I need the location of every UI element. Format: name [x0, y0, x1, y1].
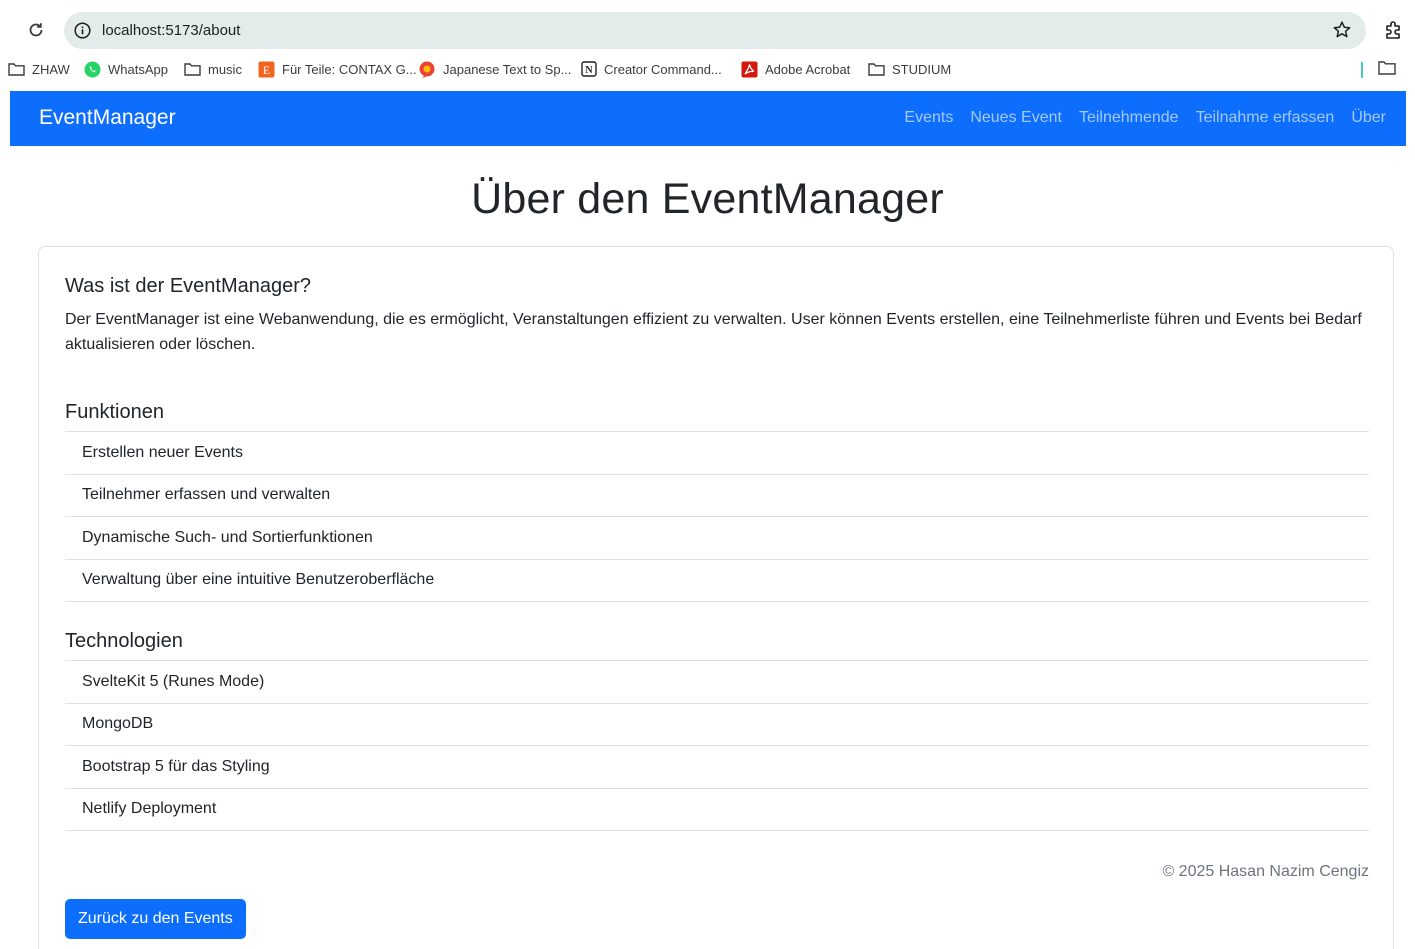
- bookmark-creator-command[interactable]: N Creator Command...: [580, 56, 722, 82]
- about-card: Was ist der EventManager? Der EventManag…: [38, 246, 1394, 949]
- browser-chrome: localhost:5173/about ZHAW WhatsApp music…: [0, 0, 1415, 91]
- nav-link-participants[interactable]: Teilnehmende: [1079, 107, 1179, 129]
- technologies-list: SvelteKit 5 (Runes Mode) MongoDB Bootstr…: [65, 660, 1369, 831]
- intro-paragraph: Der EventManager ist eine Webanwendung, …: [65, 311, 1362, 353]
- extensions-puzzle-icon[interactable]: [1383, 19, 1405, 41]
- navbar-links: Events Neues Event Teilnehmende Teilnahm…: [887, 107, 1386, 129]
- copyright-note: © 2025 Hasan Nazim Cengiz: [1162, 863, 1369, 880]
- whatsapp-icon: [84, 61, 101, 78]
- page-title: Über den EventManager: [471, 175, 944, 223]
- technologies-heading: Technologien: [65, 630, 183, 652]
- speech-bubble-icon: [419, 61, 436, 78]
- list-item: Erstellen neuer Events: [65, 432, 1369, 475]
- etsy-icon: E: [258, 61, 275, 78]
- bookmark-label: STUDIUM: [892, 61, 952, 77]
- navbar-brand[interactable]: EventManager: [39, 105, 176, 131]
- url-text[interactable]: localhost:5173/about: [102, 21, 240, 40]
- list-item: Bootstrap 5 für das Styling: [65, 746, 1369, 789]
- list-item: Dynamische Such- und Sortierfunktionen: [65, 517, 1369, 560]
- bookmark-star-icon[interactable]: [1332, 20, 1352, 40]
- bookmark-studium[interactable]: STUDIUM: [868, 56, 951, 82]
- bookmark-label: Für Teile: CONTAX G...: [282, 61, 417, 77]
- bookmarks-bar: ZHAW WhatsApp music E Für Teile: CONTAX …: [0, 56, 1415, 82]
- list-item: Verwaltung über eine intuitive Benutzero…: [65, 560, 1369, 602]
- bookmark-japanese-tts[interactable]: Japanese Text to Sp...: [419, 56, 571, 82]
- features-list: Erstellen neuer Events Teilnehmer erfass…: [65, 431, 1369, 602]
- what-is-heading: Was ist der EventManager?: [65, 275, 312, 297]
- bookmark-label: Japanese Text to Sp...: [443, 61, 572, 77]
- notion-icon: N: [580, 61, 597, 78]
- features-heading: Funktionen: [65, 401, 164, 423]
- svg-text:N: N: [585, 65, 593, 76]
- nav-link-record-participation[interactable]: Teilnahme erfassen: [1196, 107, 1335, 129]
- acrobat-icon: [741, 61, 758, 78]
- nav-link-new-event[interactable]: Neues Event: [970, 107, 1062, 129]
- list-item: SvelteKit 5 (Runes Mode): [65, 661, 1369, 704]
- nav-link-about[interactable]: Über: [1351, 107, 1386, 129]
- bookmark-adobe-acrobat[interactable]: Adobe Acrobat: [741, 56, 850, 82]
- other-bookmarks-folder-icon[interactable]: [1378, 60, 1396, 78]
- bookmark-contax[interactable]: E Für Teile: CONTAX G...: [258, 56, 417, 82]
- bookmark-label: music: [208, 61, 242, 77]
- bookmark-label: Creator Command...: [604, 61, 722, 77]
- bookmark-label: Adobe Acrobat: [765, 61, 851, 77]
- svg-text:E: E: [263, 63, 270, 77]
- folder-icon: [8, 61, 25, 78]
- bookmarks-divider: [1361, 62, 1363, 78]
- nav-link-events[interactable]: Events: [904, 107, 953, 129]
- bookmark-whatsapp[interactable]: WhatsApp: [84, 56, 168, 82]
- bookmark-zhaw[interactable]: ZHAW: [8, 56, 70, 82]
- app-navbar: EventManager Events Neues Event Teilnehm…: [10, 91, 1406, 146]
- address-bar[interactable]: localhost:5173/about: [64, 12, 1366, 49]
- site-info-icon[interactable]: [73, 21, 92, 40]
- bookmark-label: ZHAW: [32, 61, 70, 77]
- list-item: MongoDB: [65, 704, 1369, 746]
- folder-icon: [184, 61, 201, 78]
- back-to-events-button[interactable]: Zurück zu den Events: [65, 899, 246, 939]
- bookmark-label: WhatsApp: [108, 61, 168, 77]
- folder-icon: [868, 61, 885, 78]
- bookmark-music[interactable]: music: [184, 56, 242, 82]
- list-item: Netlify Deployment: [65, 789, 1369, 831]
- reload-icon[interactable]: [24, 18, 48, 42]
- list-item: Teilnehmer erfassen und verwalten: [65, 475, 1369, 517]
